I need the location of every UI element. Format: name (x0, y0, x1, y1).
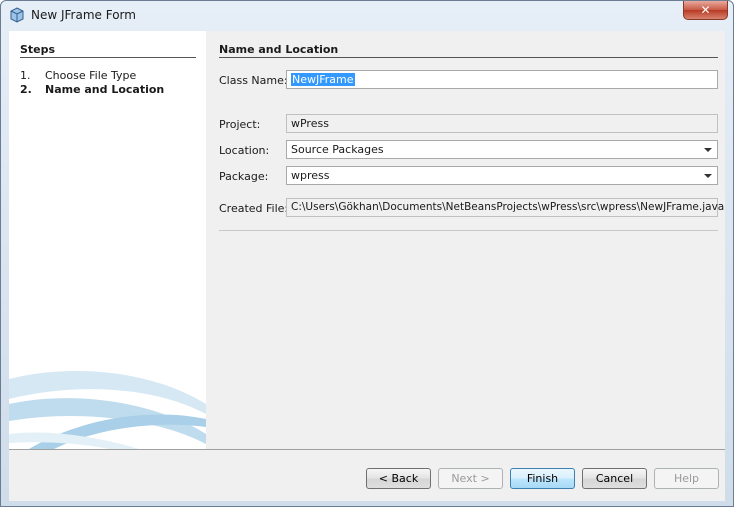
cancel-button[interactable]: Cancel (582, 468, 647, 489)
class-name-value: NewJFrame (291, 73, 355, 86)
class-name-label: Class Name: (219, 74, 288, 87)
class-name-input[interactable]: NewJFrame (286, 70, 718, 89)
next-button[interactable]: Next > (438, 468, 503, 489)
close-button[interactable]: ✕ (683, 1, 728, 20)
step-number: 2. (20, 83, 32, 96)
back-button[interactable]: < Back (366, 468, 431, 489)
steps-panel: Steps 1. Choose File Type 2. Name and Loca… (9, 31, 206, 449)
window-title: New JFrame Form (31, 8, 136, 22)
location-dropdown[interactable]: Source Packages (286, 140, 718, 159)
steps-heading: Steps (20, 43, 56, 56)
netbeans-cube-icon (10, 7, 24, 23)
step-number: 1. (20, 69, 31, 82)
chevron-down-icon (704, 148, 712, 152)
step-name-and-location: 2. Name and Location (20, 83, 164, 96)
steps-divider (20, 57, 196, 58)
step-label: Name and Location (45, 83, 165, 96)
package-value: wpress (291, 169, 330, 182)
panel-divider (219, 57, 718, 58)
project-field: wPress (286, 114, 718, 133)
step-label: Choose File Type (45, 69, 137, 82)
close-icon: ✕ (700, 3, 711, 17)
button-bar-divider (9, 449, 725, 450)
created-file-field: C:\Users\Gökhan\Documents\NetBeansProjec… (286, 198, 724, 217)
package-combo[interactable]: wpress (286, 166, 718, 185)
dialog-body: Steps 1. Choose File Type 2. Name and Loca… (9, 31, 725, 501)
package-label: Package: (219, 170, 269, 183)
panel-separator (219, 230, 718, 231)
finish-button[interactable]: Finish (510, 468, 575, 489)
title-bar[interactable]: New JFrame Form ✕ (1, 1, 733, 31)
panel-heading: Name and Location (219, 43, 339, 56)
chevron-down-icon (704, 174, 712, 178)
help-button[interactable]: Help (654, 468, 719, 489)
name-and-location-panel: Name and Location Class Name: NewJFrame … (206, 31, 725, 449)
step-choose-file-type: 1. Choose File Type (20, 69, 136, 82)
location-value: Source Packages (291, 143, 384, 156)
new-jframe-form-dialog: New JFrame Form ✕ Steps 1. Choose File Ty… (0, 0, 734, 507)
decorative-swoosh-image (9, 371, 206, 449)
created-file-label: Created File: (219, 202, 289, 215)
project-label: Project: (219, 118, 261, 131)
location-label: Location: (219, 144, 270, 157)
